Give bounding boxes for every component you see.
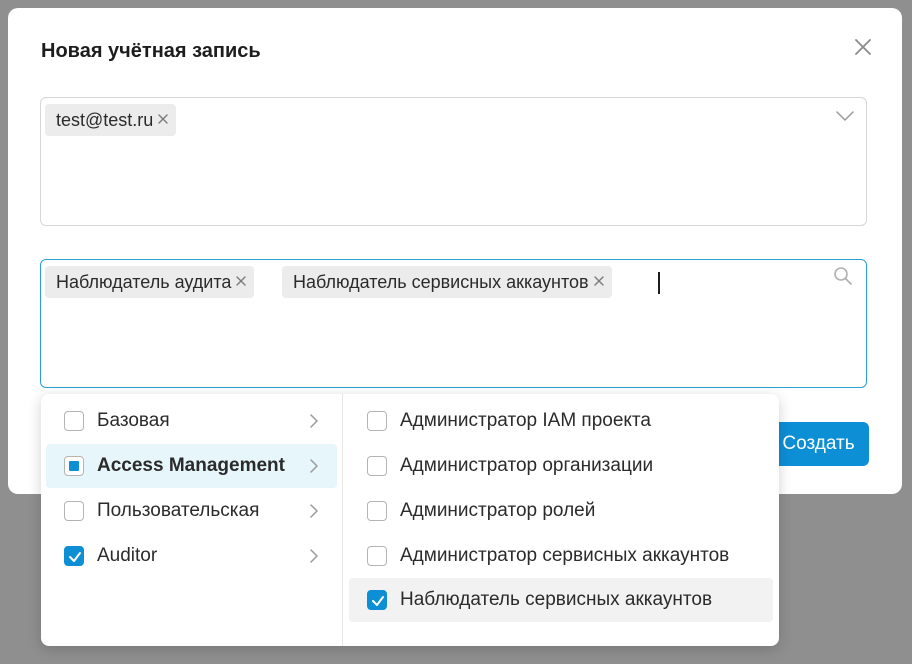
email-chip: test@test.ru [45,104,177,136]
role-option[interactable]: Администратор организации [349,444,773,488]
role-chip-remove-button[interactable] [236,276,247,288]
role-chip-label: Наблюдатель сервисных аккаунтов [293,272,589,292]
category-checkbox[interactable] [64,546,84,566]
role-option[interactable]: Наблюдатель сервисных аккаунтов [349,578,773,622]
column-divider [342,394,343,646]
role-checkbox[interactable] [367,456,387,476]
text-caret [658,272,660,294]
category-label: Базовая [97,410,170,431]
search-icon [834,267,852,285]
role-option-label: Администратор IAM проекта [400,410,651,431]
category-label: Auditor [97,545,158,566]
checkmark-icon [69,552,81,562]
role-option-label: Наблюдатель сервисных аккаунтов [400,589,713,610]
role-checkbox[interactable] [367,411,387,431]
role-checkbox[interactable] [367,546,387,566]
category-item[interactable]: Пользовательская [46,489,337,533]
roles-field[interactable]: Наблюдатель аудита Наблюдатель сервисных… [40,259,867,388]
role-option[interactable]: Администратор сервисных аккаунтов [349,534,773,578]
email-chip-remove-button[interactable] [158,114,169,126]
role-chip: Наблюдатель аудита [45,266,255,298]
close-icon [855,39,871,55]
category-label: Пользовательская [97,500,260,521]
category-checkbox[interactable] [64,501,84,521]
chevron-down-icon [836,111,854,121]
role-option[interactable]: Администратор ролей [349,489,773,533]
email-dropdown-toggle[interactable] [836,109,854,127]
modal-title: Новая учётная запись [41,40,261,62]
chevron-right-icon [309,548,319,564]
email-chip-label: test@test.ru [56,110,154,130]
role-chip-label: Наблюдатель аудита [56,272,232,292]
role-option-label: Администратор ролей [400,500,596,521]
category-checkbox[interactable] [64,456,84,476]
role-chip: Наблюдатель сервисных аккаунтов [282,266,612,298]
category-label: Access Management [97,455,285,476]
chevron-right-icon [309,503,319,519]
checkmark-icon [372,596,384,606]
role-picker-dropdown: Базовая Access Management Пользовательск… [41,394,779,646]
close-button[interactable] [852,36,874,58]
role-option-label: Администратор сервисных аккаунтов [400,545,730,566]
chevron-right-icon [309,458,319,474]
remove-icon [593,276,604,286]
remove-icon [236,276,247,286]
role-option-label: Администратор организации [400,455,654,476]
role-chip-remove-button[interactable] [593,276,604,288]
chevron-right-icon [309,413,319,429]
role-checkbox[interactable] [367,501,387,521]
email-field[interactable]: test@test.ru [40,97,867,226]
category-item[interactable]: Access Management [46,444,337,488]
role-search-button[interactable] [833,266,853,291]
category-item[interactable]: Auditor [46,534,337,578]
role-option[interactable]: Администратор IAM проекта [349,399,773,443]
category-item[interactable]: Базовая [46,399,337,443]
remove-icon [158,114,169,124]
category-checkbox[interactable] [64,411,84,431]
role-checkbox[interactable] [367,590,387,610]
